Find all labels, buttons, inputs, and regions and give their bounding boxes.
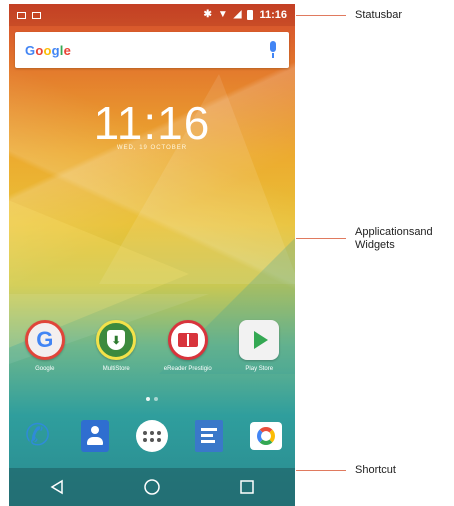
callout-shortcut: Shortcut [355,464,396,476]
app-ereader[interactable]: eReader Prestigio [155,320,221,372]
back-button[interactable] [42,472,72,502]
status-time: 11:16 [259,9,287,21]
back-icon [50,479,63,495]
callout-line-statusbar [296,15,346,16]
dock-phone[interactable]: ✆ [18,416,58,456]
app-label: Play Store [245,366,274,372]
status-bar[interactable]: ✱ ▼ ◢ 11:16 [9,4,295,26]
signal-icon: ◢ [233,9,242,20]
page-indicator [9,397,295,401]
app-multistore[interactable]: ⬇ MultiStore [83,320,149,372]
clock-time[interactable]: 11:16 [9,96,295,150]
app-label: MultiStore [102,366,130,372]
google-logo: Google [25,42,72,58]
callout-line-shortcut [296,470,346,471]
callout-applications: Applicationsand Widgets [355,226,433,252]
dock: ✆ [9,416,295,456]
clock-date: WED, 19 OCTOBER [116,145,188,151]
multistore-icon: ⬇ [96,320,137,360]
dock-camera[interactable] [246,416,286,456]
camera-icon [250,422,283,450]
recents-button[interactable] [232,472,262,502]
app-play-store[interactable]: Play Store [226,320,292,372]
dock-messages[interactable] [189,416,229,456]
app-label: Google [35,366,55,372]
app-label: eReader Prestigio [163,366,212,372]
ereader-icon [167,320,208,360]
notification-icon [17,11,26,19]
app-drawer-icon [135,420,168,452]
phone-screen: ✱ ▼ ◢ 11:16 Google 11:16 WED, 19 OCTOBER… [9,4,295,506]
recents-icon [240,480,255,494]
dock-app-drawer[interactable] [132,416,172,456]
app-row: G Google ⬇ MultiStore eReader Prestigio … [9,320,295,372]
dock-contacts[interactable] [75,416,115,456]
app-google[interactable]: G Google [12,320,78,372]
home-button[interactable] [137,472,167,502]
callout-applications-line1: Applicationsand [355,226,433,238]
messages-icon [195,420,224,452]
page-dot [154,397,158,401]
google-search-bar[interactable]: Google [15,32,289,68]
callout-statusbar: Statusbar [355,9,403,21]
battery-icon [247,10,254,20]
play-store-icon [239,320,280,360]
notification-icon [32,11,41,19]
callout-line-applications [296,238,346,239]
mic-icon[interactable] [267,41,279,59]
navigation-bar [9,468,295,506]
bluetooth-icon: ✱ [203,9,212,20]
callout-applications-line2: Widgets [355,239,395,251]
google-icon: G [24,320,65,360]
page-dot-active [146,397,150,401]
wifi-icon: ▼ [217,9,228,20]
phone-icon: ✆ [25,419,51,452]
contacts-icon [80,420,109,452]
home-icon [144,479,160,495]
